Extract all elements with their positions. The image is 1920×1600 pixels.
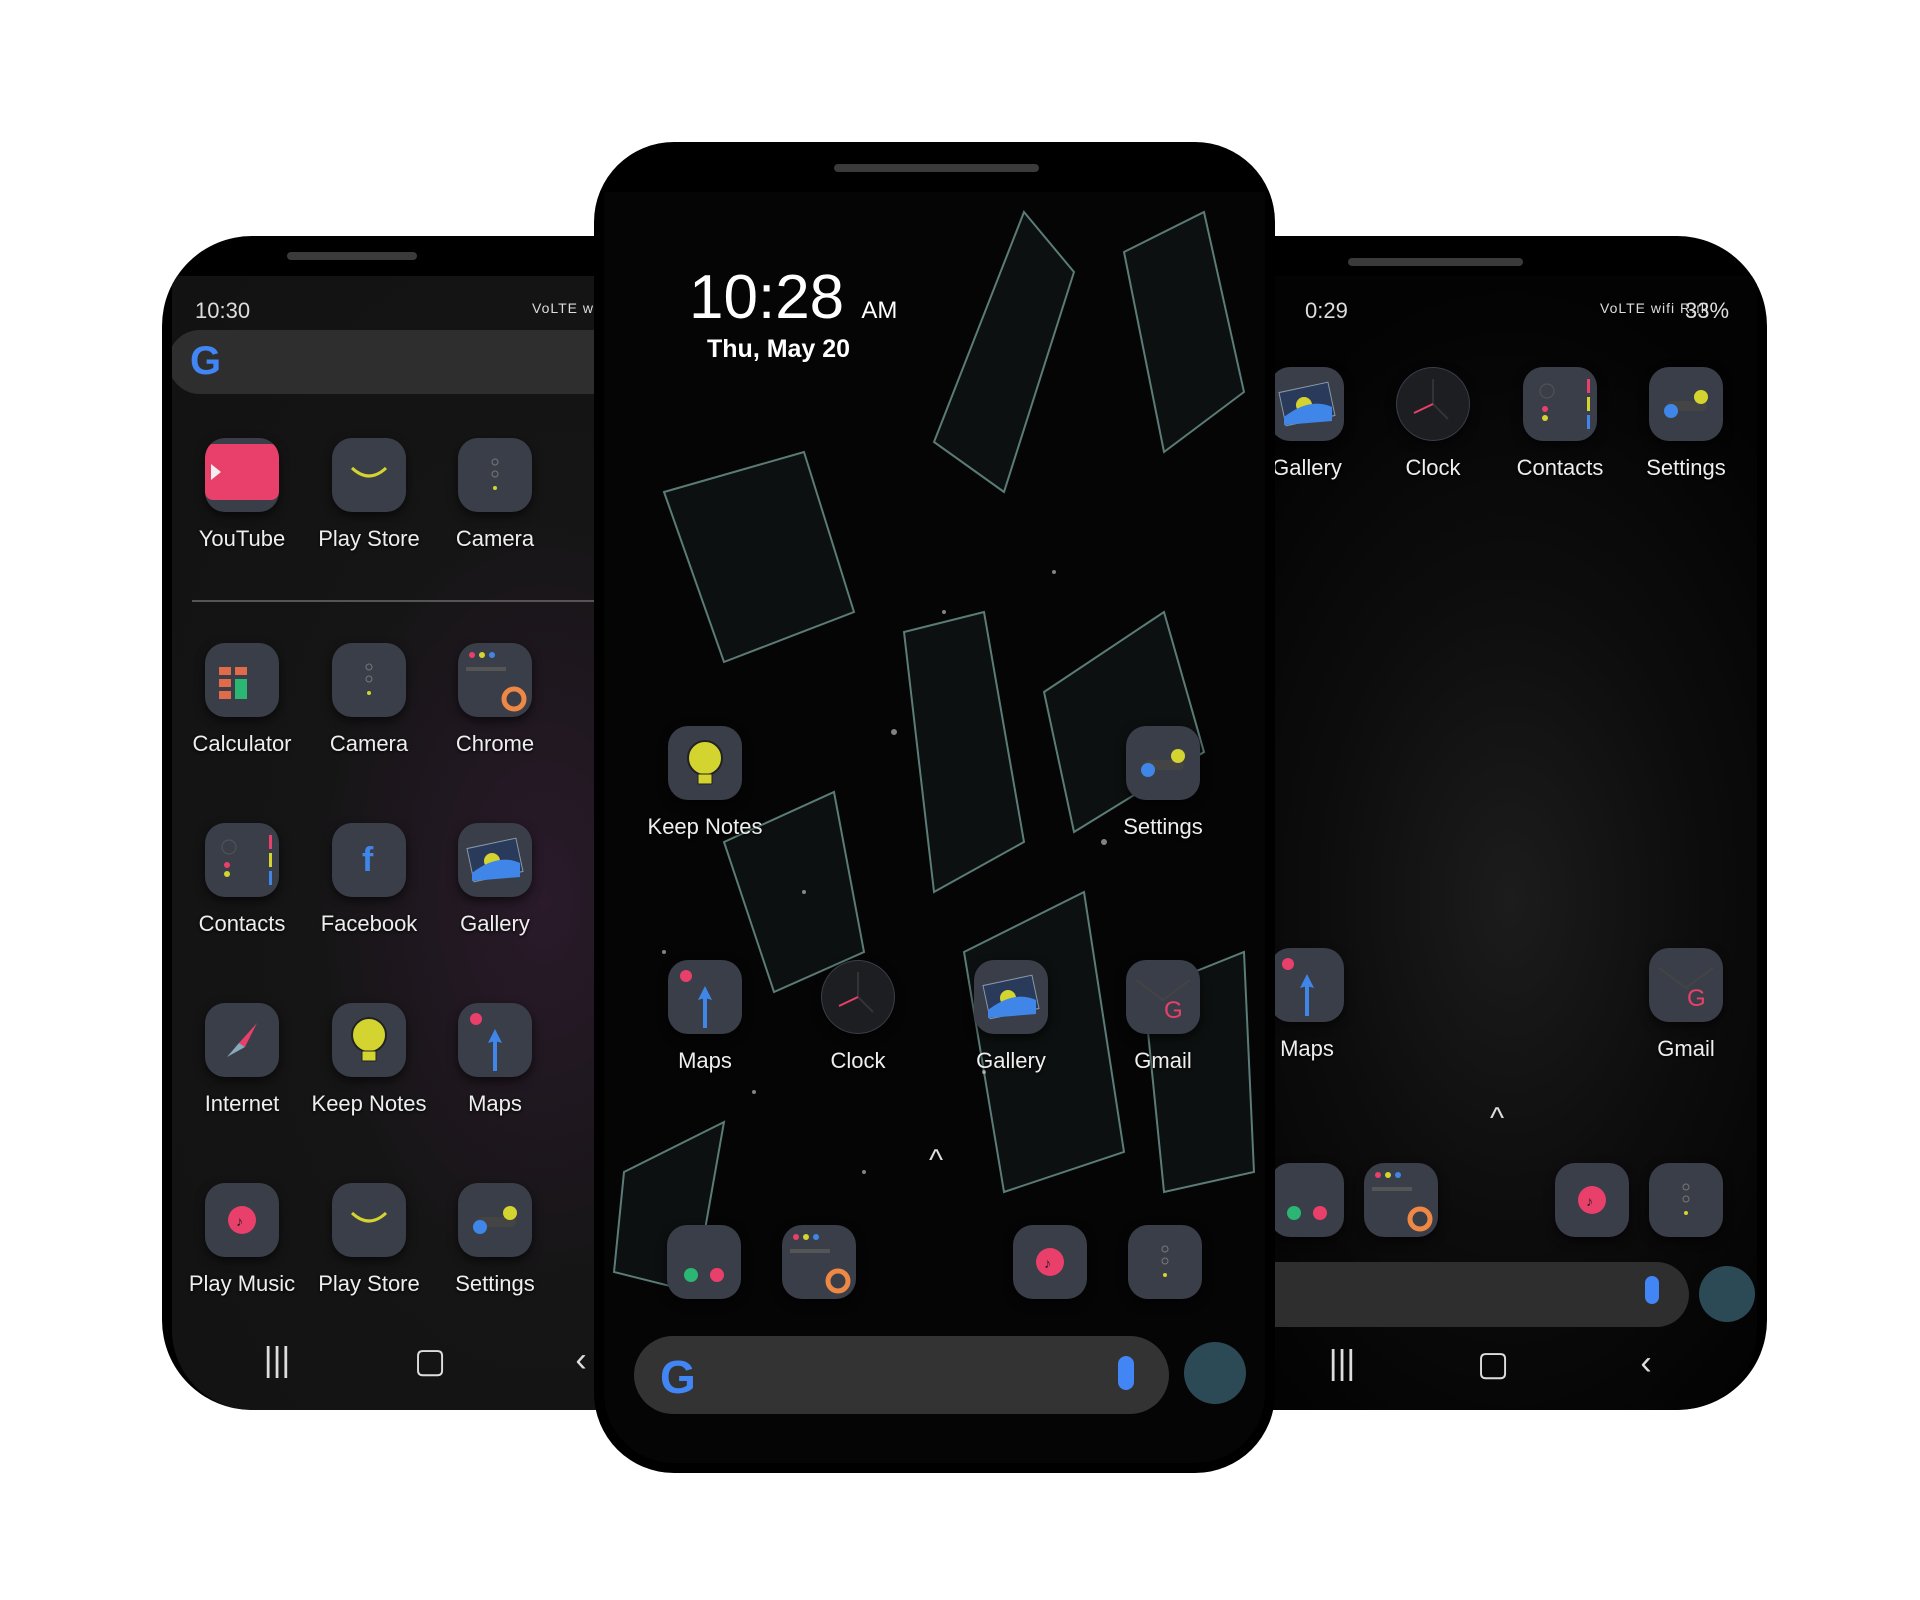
playstore-icon xyxy=(332,1183,406,1257)
keep-icon xyxy=(332,1003,406,1077)
status-time: 0:29 xyxy=(1305,298,1348,323)
music-icon: ♪ xyxy=(205,1183,279,1257)
music-icon: ♪ xyxy=(1013,1225,1087,1299)
facebook-icon: f xyxy=(332,823,406,897)
app-gallery[interactable]: Gallery xyxy=(415,823,575,937)
lock-clock: 10:28 AM xyxy=(689,262,897,333)
svg-text:f: f xyxy=(362,841,374,879)
speaker xyxy=(1348,258,1523,266)
app-label: Gallery xyxy=(460,911,530,936)
google-search-bar[interactable]: G xyxy=(1240,1262,1689,1327)
app-label: Camera xyxy=(455,526,535,551)
svg-text:G: G xyxy=(1164,997,1183,1024)
camera-icon xyxy=(332,643,406,717)
microphone-icon[interactable] xyxy=(1645,1276,1659,1304)
gallery-icon xyxy=(974,960,1048,1034)
internet-icon xyxy=(205,1003,279,1077)
app-gallery[interactable]: Gallery xyxy=(931,960,1091,1074)
home-screen-glass: 10:28 AM Thu, May 20 ^ G Keep Notes Setti… xyxy=(604,192,1265,1463)
gallery-icon xyxy=(458,823,532,897)
camera-icon xyxy=(458,438,532,512)
svg-text:♪: ♪ xyxy=(1586,1193,1593,1209)
contacts-icon xyxy=(205,823,279,897)
layers-icon[interactable] xyxy=(1699,1266,1755,1322)
phone-icon xyxy=(667,1225,741,1299)
google-search-bar[interactable]: G xyxy=(634,1336,1169,1414)
maps-icon xyxy=(668,960,742,1034)
recents-button[interactable]: ||| xyxy=(1329,1344,1356,1383)
chrome-icon xyxy=(1364,1163,1438,1237)
chrome-icon xyxy=(458,643,532,717)
app-camera[interactable] xyxy=(1085,1225,1245,1299)
app-chrome[interactable] xyxy=(739,1225,899,1299)
app-settings[interactable]: Settings xyxy=(415,1183,575,1297)
home-button[interactable]: ▢ xyxy=(1477,1344,1509,1384)
app-drawer-chevron-icon[interactable]: ^ xyxy=(929,1144,943,1178)
settings-icon xyxy=(1649,367,1723,441)
gmail-icon: G xyxy=(1649,948,1723,1022)
date-text: Thu, May 20 xyxy=(707,335,851,363)
app-clock[interactable]: Clock xyxy=(778,960,938,1074)
svg-text:G: G xyxy=(1687,985,1706,1012)
maps-icon xyxy=(458,1003,532,1077)
camera-icon xyxy=(1128,1225,1202,1299)
layers-icon[interactable] xyxy=(1184,1342,1246,1404)
app-keep[interactable]: Keep Notes xyxy=(625,726,785,840)
calculator-icon xyxy=(205,643,279,717)
battery-percent: 33% xyxy=(1685,298,1730,323)
recents-button[interactable]: ||| xyxy=(264,1341,291,1380)
back-button[interactable]: ‹ xyxy=(575,1341,586,1380)
home-button[interactable]: ▢ xyxy=(414,1341,446,1381)
app-label: Gmail xyxy=(1134,1048,1192,1073)
app-settings[interactable]: Settings xyxy=(1083,726,1243,840)
svg-text:♪: ♪ xyxy=(236,1213,243,1229)
app-label: Settings xyxy=(455,1271,535,1296)
app-label: Settings xyxy=(1646,455,1726,480)
app-label: Chrome xyxy=(455,731,535,756)
app-gmail[interactable]: G Gmail xyxy=(1083,960,1243,1074)
clock-time: 10:28 xyxy=(689,263,845,332)
settings-icon xyxy=(458,1183,532,1257)
keep-icon xyxy=(668,726,742,800)
status-time: 10:30 xyxy=(195,298,251,323)
clock-ampm: AM xyxy=(861,297,898,324)
playstore-icon xyxy=(332,438,406,512)
app-maps[interactable]: Maps xyxy=(625,960,785,1074)
app-camera[interactable] xyxy=(1606,1163,1757,1237)
camera-icon xyxy=(1649,1163,1723,1237)
microphone-icon[interactable] xyxy=(1118,1356,1134,1390)
app-chrome[interactable]: Chrome xyxy=(415,643,575,757)
app-label: Gmail xyxy=(1657,1036,1715,1061)
app-label: Maps xyxy=(678,1048,732,1073)
speaker xyxy=(834,164,1039,172)
clock-icon xyxy=(821,960,895,1034)
contacts-icon xyxy=(1523,367,1597,441)
app-label: Clock xyxy=(830,1048,886,1073)
speaker xyxy=(287,252,417,260)
back-button[interactable]: ‹ xyxy=(1640,1344,1651,1383)
app-camera[interactable]: Camera xyxy=(415,438,575,552)
google-logo-icon: G xyxy=(660,1351,696,1403)
google-logo-icon: G xyxy=(190,339,222,383)
maps-icon xyxy=(1270,948,1344,1022)
settings-icon xyxy=(1126,726,1200,800)
app-gmail[interactable]: G Gmail xyxy=(1606,948,1757,1062)
app-drawer-chevron-icon[interactable]: ^ xyxy=(1490,1102,1504,1136)
app-label: Settings xyxy=(1123,814,1203,839)
center-phone: 10:28 AM Thu, May 20 ^ G Keep Notes Setti… xyxy=(594,142,1275,1473)
svg-text:♪: ♪ xyxy=(1044,1255,1051,1271)
gmail-icon: G xyxy=(1126,960,1200,1034)
app-label: Keep Notes xyxy=(647,814,763,839)
chrome-icon xyxy=(782,1225,856,1299)
app-label: Maps xyxy=(468,1091,522,1116)
youtube-icon xyxy=(205,438,279,512)
app-settings[interactable]: Settings xyxy=(1606,367,1757,481)
gallery-icon xyxy=(1270,367,1344,441)
app-label: Gallery xyxy=(976,1048,1046,1073)
app-maps[interactable]: Maps xyxy=(415,1003,575,1117)
app-chrome[interactable] xyxy=(1321,1163,1481,1237)
clock-icon xyxy=(1396,367,1470,441)
